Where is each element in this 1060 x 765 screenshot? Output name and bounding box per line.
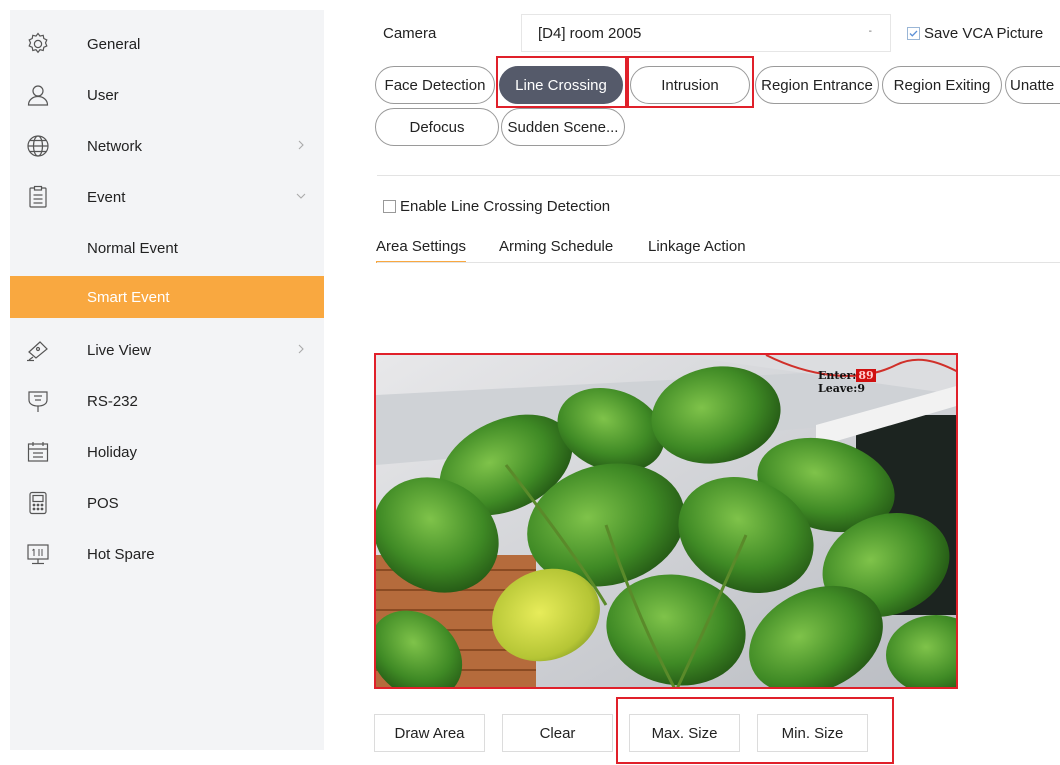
camera-label: Camera (383, 25, 437, 42)
chevron-right-icon (298, 140, 304, 150)
sidebar-item-rs232[interactable]: RS-232 (10, 380, 324, 422)
tab-unattended[interactable]: Unatte (1005, 66, 1060, 104)
sidebar-item-label: Normal Event (87, 239, 178, 257)
osd-counter: Enter: 89 Leave:9 (818, 369, 876, 395)
hot-spare-icon (24, 540, 52, 568)
tab-label: Region Exiting (893, 76, 991, 94)
tab-region-entrance[interactable]: Region Entrance (755, 66, 879, 104)
pos-terminal-icon (24, 489, 52, 517)
sidebar-item-label: RS-232 (87, 392, 138, 410)
sidebar-item-label: Smart Event (87, 288, 170, 306)
tab-face-detection[interactable]: Face Detection (375, 66, 495, 104)
camera-select-value: [D4] room 2005 (538, 24, 642, 42)
sidebar-item-event[interactable]: Event (10, 176, 324, 218)
clipboard-icon (24, 183, 52, 211)
min-size-button[interactable]: Min. Size (757, 714, 868, 752)
sidebar-item-label: Holiday (87, 443, 138, 461)
sidebar-item-live-view[interactable]: Live View (10, 329, 324, 371)
sidebar: General User Network Event Normal Event … (10, 10, 324, 750)
tab-label: Unatte (1010, 76, 1055, 94)
osd-leave-label: Leave (818, 382, 854, 395)
tab-label: Sudden Scene... (507, 118, 619, 136)
tab-label: Face Detection (384, 76, 486, 94)
tab-sudden-scene[interactable]: Sudden Scene... (501, 108, 625, 146)
camera-preview[interactable]: Enter: 89 Leave:9 (374, 353, 958, 689)
tab-label: Defocus (409, 118, 465, 136)
sidebar-item-smart-event[interactable]: Smart Event (10, 276, 324, 318)
save-vca-label: Save VCA Picture (924, 25, 1044, 42)
sidebar-item-holiday[interactable]: Holiday (10, 431, 324, 473)
checkbox-unchecked-icon (383, 200, 396, 213)
divider (377, 175, 1060, 176)
enable-line-crossing-label: Enable Line Crossing Detection (400, 198, 611, 215)
sidebar-item-label: User (87, 86, 119, 104)
tab-arming-schedule[interactable]: Arming Schedule (499, 238, 613, 255)
osd-leave-value: 9 (857, 382, 865, 395)
sidebar-item-label: POS (87, 494, 119, 512)
user-icon (24, 81, 52, 109)
tab-area-settings[interactable]: Area Settings (376, 238, 467, 263)
sidebar-item-hot-spare[interactable]: Hot Spare (10, 533, 324, 575)
sidebar-item-label: Network (87, 137, 143, 155)
tab-label: Intrusion (661, 76, 719, 94)
plug-icon (24, 387, 52, 415)
tab-defocus[interactable]: Defocus (375, 108, 499, 146)
sidebar-item-user[interactable]: User (10, 74, 324, 116)
sidebar-item-pos[interactable]: POS (10, 482, 324, 524)
camera-image (376, 355, 956, 687)
calendar-icon (24, 438, 52, 466)
sidebar-item-general[interactable]: General (10, 23, 324, 65)
sidebar-item-normal-event[interactable]: Normal Event (10, 227, 324, 269)
save-vca-checkbox[interactable]: Save VCA Picture (907, 25, 1043, 42)
gear-icon (24, 30, 52, 58)
tab-region-exiting[interactable]: Region Exiting (882, 66, 1002, 104)
tab-label: Region Entrance (761, 76, 873, 94)
chevron-down-icon (296, 193, 306, 199)
max-size-button[interactable]: Max. Size (629, 714, 740, 752)
enable-line-crossing-checkbox[interactable]: Enable Line Crossing Detection (383, 198, 610, 215)
tab-line-crossing[interactable]: Line Crossing (499, 66, 623, 104)
draw-area-button[interactable]: Draw Area (374, 714, 485, 752)
checkbox-checked-icon (907, 27, 920, 40)
tab-linkage-action[interactable]: Linkage Action (648, 238, 746, 255)
dropdown-caret-icon: - (868, 26, 872, 37)
camera-icon (24, 336, 52, 364)
sidebar-item-label: Live View (87, 341, 151, 359)
sidebar-item-label: General (87, 35, 141, 53)
sidebar-item-label: Hot Spare (87, 545, 155, 563)
divider (377, 262, 1060, 263)
sidebar-item-network[interactable]: Network (10, 125, 324, 167)
clear-button[interactable]: Clear (502, 714, 613, 752)
osd-enter-label: Enter (818, 369, 853, 382)
osd-enter-value: 89 (856, 369, 876, 382)
globe-icon (24, 132, 52, 160)
chevron-right-icon (298, 344, 304, 354)
tab-intrusion[interactable]: Intrusion (630, 66, 750, 104)
tab-label: Line Crossing (515, 76, 607, 94)
sidebar-item-label: Event (87, 188, 126, 206)
camera-select[interactable]: [D4] room 2005 - (521, 14, 891, 52)
